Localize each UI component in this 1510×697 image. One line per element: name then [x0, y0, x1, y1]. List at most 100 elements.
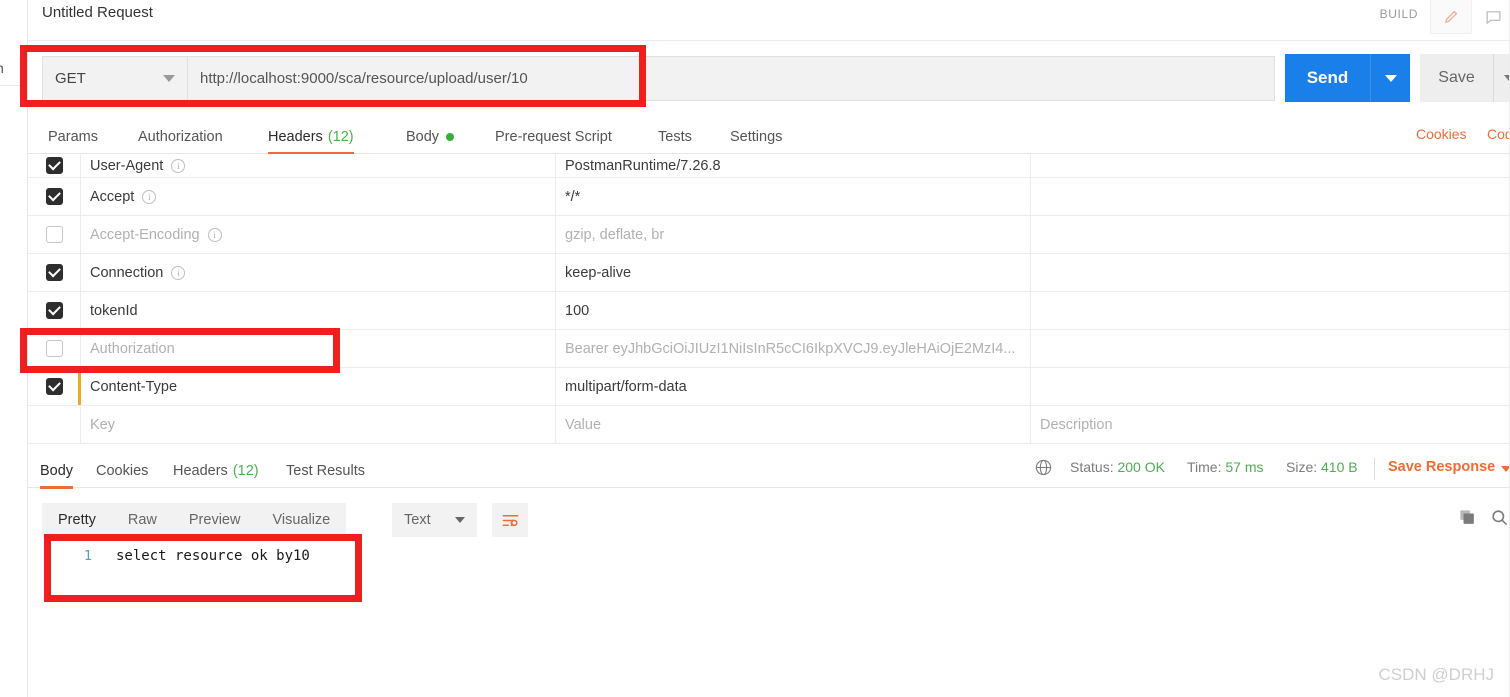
- header-description[interactable]: [1031, 368, 1510, 405]
- status-label-text: Status:: [1070, 459, 1114, 475]
- header-key[interactable]: Content-Type: [81, 368, 556, 405]
- code-link[interactable]: Cod: [1487, 126, 1510, 142]
- row-checkbox-cell[interactable]: [28, 154, 81, 177]
- line-number: 1: [83, 548, 92, 564]
- info-icon[interactable]: i: [142, 189, 157, 204]
- body-present-dot-icon: [446, 133, 455, 141]
- response-body-code[interactable]: 1 select resource ok by10: [48, 548, 1448, 564]
- edit-pencil-icon[interactable]: [1430, 0, 1472, 34]
- tab-label: Authorization: [138, 129, 223, 145]
- row-checkbox[interactable]: [45, 226, 63, 243]
- table-row[interactable]: Accept-Encoding i gzip, deflate, br: [28, 216, 1510, 254]
- tab-pre-request-script[interactable]: Pre-request Script: [495, 120, 612, 154]
- status-label: Status: 200 OK: [1070, 459, 1165, 475]
- row-checkbox-cell[interactable]: [28, 254, 81, 291]
- header-description[interactable]: [1031, 216, 1510, 253]
- row-checkbox-cell[interactable]: [28, 178, 81, 215]
- send-dropdown-button[interactable]: [1370, 54, 1410, 102]
- row-checkbox[interactable]: [45, 264, 63, 281]
- postman-window: n Untitled Request BUILD GET http://loca…: [0, 0, 1510, 697]
- info-icon[interactable]: i: [171, 265, 186, 280]
- save-response-button[interactable]: Save Response: [1388, 459, 1495, 475]
- send-button[interactable]: Send: [1285, 54, 1370, 102]
- row-checkbox[interactable]: [45, 188, 63, 205]
- cookies-link[interactable]: Cookies: [1416, 126, 1467, 142]
- info-icon[interactable]: i: [207, 227, 222, 242]
- copy-icon[interactable]: [1458, 508, 1477, 532]
- url-value: http://localhost:9000/sca/resource/uploa…: [200, 70, 528, 87]
- word-wrap-toggle[interactable]: [492, 503, 528, 537]
- row-checkbox[interactable]: [45, 340, 63, 357]
- tab-headers[interactable]: Headers (12): [268, 120, 354, 155]
- header-key-text: tokenId: [90, 302, 138, 319]
- new-description-input[interactable]: Description: [1031, 406, 1510, 443]
- format-tab-raw[interactable]: Raw: [112, 503, 173, 537]
- response-tab-cookies[interactable]: Cookies: [96, 454, 148, 488]
- header-key-text: Content-Type: [90, 378, 178, 395]
- header-key[interactable]: Authorization: [81, 330, 556, 367]
- row-checkbox-cell[interactable]: [28, 330, 81, 367]
- search-icon[interactable]: [1490, 508, 1509, 532]
- comment-icon[interactable]: [1472, 0, 1510, 34]
- table-row[interactable]: Connection i keep-alive: [28, 254, 1510, 292]
- new-value-input[interactable]: Value: [556, 406, 1031, 443]
- url-input[interactable]: http://localhost:9000/sca/resource/uploa…: [187, 56, 1275, 101]
- table-row[interactable]: Authorization Bearer eyJhbGciOiJIUzI1NiI…: [28, 330, 1510, 368]
- format-tab-pretty[interactable]: Pretty: [42, 503, 112, 537]
- header-value[interactable]: 100: [556, 292, 1031, 329]
- table-row[interactable]: Accept i */*: [28, 178, 1510, 216]
- header-description[interactable]: [1031, 178, 1510, 215]
- header-value[interactable]: keep-alive: [556, 254, 1031, 291]
- save-dropdown-button[interactable]: [1493, 54, 1510, 102]
- row-checkbox-cell[interactable]: [28, 368, 81, 405]
- header-divider: [28, 40, 1510, 41]
- header-description[interactable]: [1031, 254, 1510, 291]
- header-key[interactable]: tokenId: [81, 292, 556, 329]
- info-icon[interactable]: i: [171, 158, 186, 173]
- size-label: Size: 410 B: [1286, 459, 1358, 475]
- tab-label: Test Results: [286, 463, 365, 479]
- time-label-text: Time:: [1187, 459, 1222, 475]
- header-description[interactable]: [1031, 154, 1510, 177]
- chevron-down-icon: [1384, 74, 1397, 82]
- row-checkbox[interactable]: [45, 157, 63, 174]
- tab-body[interactable]: Body: [406, 120, 455, 154]
- format-tab-preview[interactable]: Preview: [173, 503, 257, 537]
- table-row-empty[interactable]: Key Value Description: [28, 406, 1510, 444]
- format-tab-visualize[interactable]: Visualize: [256, 503, 346, 537]
- header-key[interactable]: Accept-Encoding i: [81, 216, 556, 253]
- tab-params[interactable]: Params: [48, 120, 98, 154]
- table-row[interactable]: Content-Type multipart/form-data: [28, 368, 1510, 406]
- row-checkbox-cell[interactable]: [28, 292, 81, 329]
- header-key[interactable]: Connection i: [81, 254, 556, 291]
- time-label: Time: 57 ms: [1187, 459, 1264, 475]
- tab-tests[interactable]: Tests: [658, 120, 692, 154]
- build-label: BUILD: [1379, 7, 1418, 21]
- header-value[interactable]: */*: [556, 178, 1031, 215]
- header-value[interactable]: Bearer eyJhbGciOiJIUzI1NiIsInR5cCI6IkpXV…: [556, 330, 1031, 367]
- tab-settings[interactable]: Settings: [730, 120, 782, 154]
- save-button[interactable]: Save: [1420, 54, 1493, 102]
- header-value-text: multipart/form-data: [565, 378, 687, 395]
- header-value-text: keep-alive: [565, 264, 632, 281]
- row-checkbox-cell[interactable]: [28, 216, 81, 253]
- row-checkbox[interactable]: [45, 378, 63, 395]
- new-key-input[interactable]: Key: [81, 406, 556, 443]
- header-value[interactable]: multipart/form-data: [556, 368, 1031, 405]
- header-description[interactable]: [1031, 330, 1510, 367]
- header-value[interactable]: gzip, deflate, br: [556, 216, 1031, 253]
- http-method-selector[interactable]: GET: [42, 56, 187, 101]
- content-type-value: Text: [404, 512, 431, 528]
- header-key[interactable]: User-Agent i: [81, 154, 556, 177]
- header-description[interactable]: [1031, 292, 1510, 329]
- header-key[interactable]: Accept i: [81, 178, 556, 215]
- row-checkbox[interactable]: [45, 302, 63, 319]
- tab-authorization[interactable]: Authorization: [138, 120, 223, 154]
- header-value[interactable]: PostmanRuntime/7.26.8: [556, 154, 1031, 177]
- table-row[interactable]: tokenId 100: [28, 292, 1510, 330]
- response-tab-test-results[interactable]: Test Results: [286, 454, 365, 488]
- table-row[interactable]: User-Agent i PostmanRuntime/7.26.8: [28, 154, 1510, 178]
- response-tab-body[interactable]: Body: [40, 454, 74, 489]
- content-type-dropdown[interactable]: Text: [392, 503, 477, 537]
- response-tab-headers[interactable]: Headers (12): [173, 454, 259, 488]
